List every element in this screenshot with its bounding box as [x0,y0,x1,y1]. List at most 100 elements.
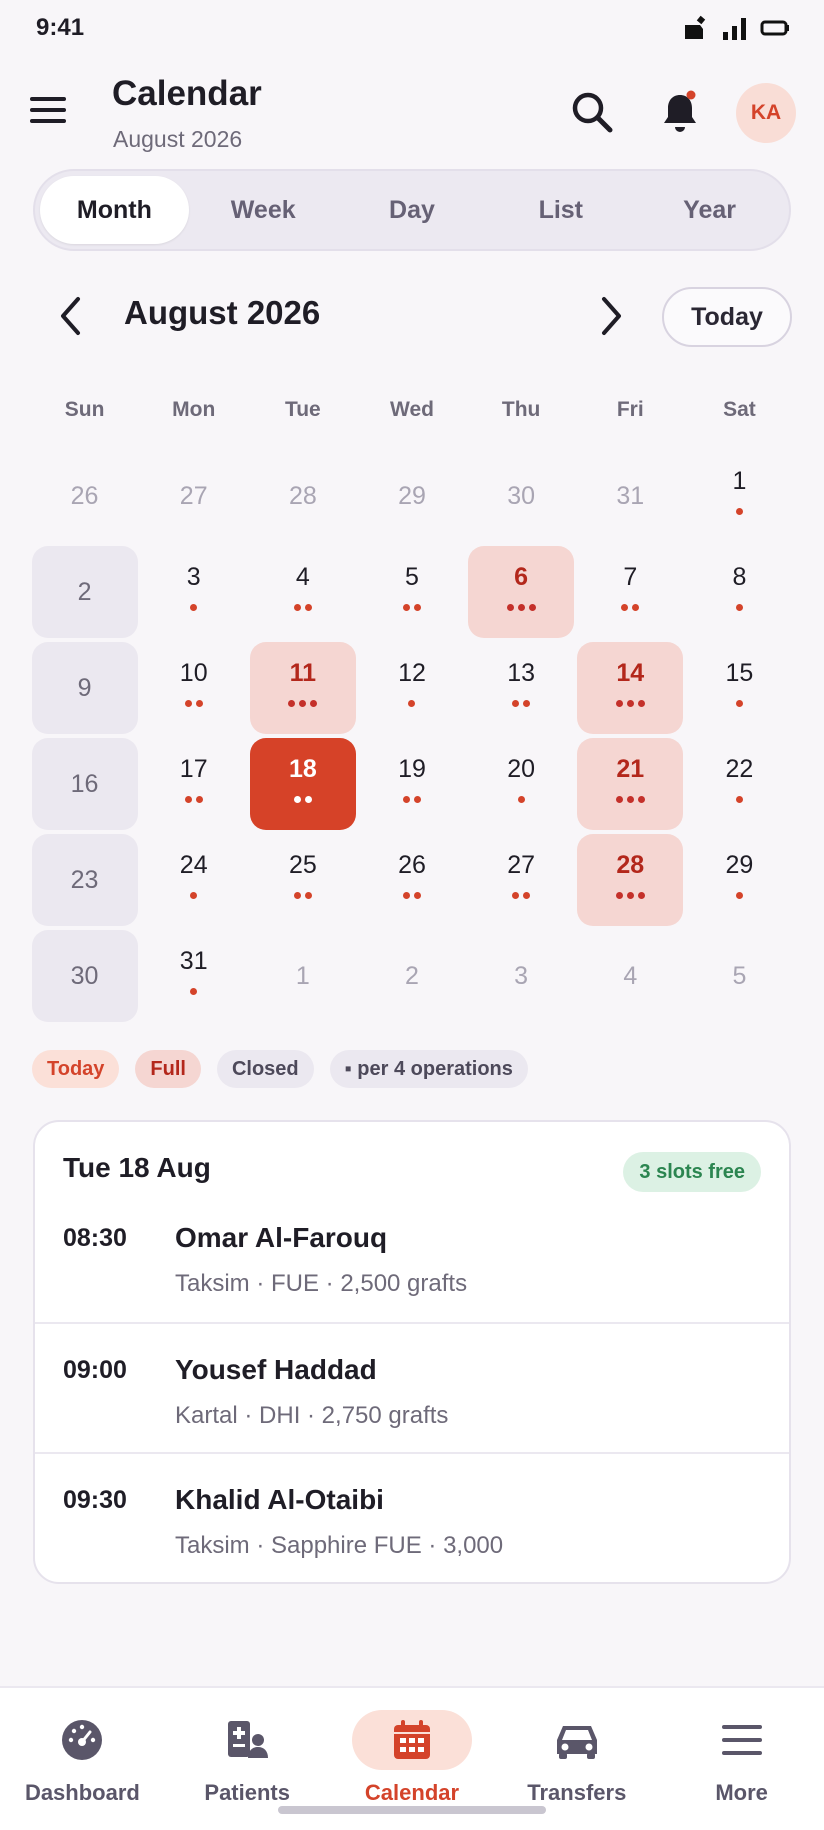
appointment-row[interactable]: 09:30 Khalid Al-Otaibi Taksim · Sapphire… [35,1452,789,1582]
calendar-day[interactable]: 15 [685,640,794,736]
avatar[interactable]: KA [736,83,796,143]
nav-dashboard[interactable]: Dashboard [0,1688,165,1830]
calendar-day[interactable]: 12 [357,640,466,736]
calendar-day-box: 29 [686,834,792,926]
calendar-day[interactable]: 3 [139,544,248,640]
booking-dots [735,795,743,804]
today-button[interactable]: Today [662,287,792,347]
hamburger-menu-button[interactable] [24,86,72,134]
calendar-day[interactable]: 30 [467,448,576,544]
calendar-day[interactable]: 9 [30,640,139,736]
calendar-day[interactable]: 19 [357,736,466,832]
calendar-day[interactable]: 4 [576,928,685,1024]
calendar-day[interactable]: 13 [467,640,576,736]
booking-dots [293,891,312,900]
calendar-day-box: 28 [577,834,684,926]
calendar-day[interactable]: 8 [685,544,794,640]
booking-dot [528,603,536,611]
booking-dot [637,699,645,707]
calendar-day-box: 10 [141,642,247,734]
calendar-day[interactable]: 30 [30,928,139,1024]
calendar-day-box: 17 [141,738,247,830]
selected-day-title: Tue 18 Aug [63,1152,211,1183]
calendar-day[interactable]: 21 [576,736,685,832]
calendar-day[interactable]: 24 [139,832,248,928]
booking-dot [293,603,301,611]
calendar-day[interactable]: 3 [467,928,576,1024]
day-number: 23 [70,865,99,894]
booking-dot [637,795,645,803]
previous-month-button[interactable] [46,290,94,342]
weekday-label: Wed [390,398,434,421]
calendar-day-box: 23 [31,834,138,926]
day-number: 1 [732,466,747,495]
calendar-day[interactable]: 29 [685,832,794,928]
calendar-day[interactable]: 31 [576,448,685,544]
calendar-day[interactable]: 23 [30,832,139,928]
booking-dots [402,891,421,900]
calendar-day[interactable]: 11 [248,640,357,736]
notification-status-icon [685,15,706,39]
booking-dots [190,891,198,900]
day-number: 31 [616,481,645,510]
weekday-label: Mon [172,398,216,421]
booking-dot [517,795,525,803]
calendar-day-box: 31 [141,930,247,1022]
legend-per-operations-chip: ▪ per 4 operations [329,1050,528,1088]
calendar-day[interactable]: 6 [467,544,576,640]
notifications-button[interactable] [652,84,708,140]
calendar-day-box: 2 [359,930,465,1022]
booking-dot [626,795,634,803]
calendar-day-box: 13 [468,642,574,734]
calendar-day[interactable]: 2 [30,544,139,640]
calendar-day[interactable]: 20 [467,736,576,832]
calendar-day[interactable]: 14 [576,640,685,736]
day-number: 3 [514,961,529,990]
next-month-button[interactable] [588,290,636,342]
calendar-day[interactable]: 26 [357,832,466,928]
tab-list[interactable]: List [486,176,635,244]
calendar-day[interactable]: 16 [30,736,139,832]
calendar-day[interactable]: 26 [30,448,139,544]
calendar-day[interactable]: 5 [357,544,466,640]
calendar-day[interactable]: 29 [357,448,466,544]
appointment-row[interactable]: 08:30 Omar Al-Farouq Taksim · FUE · 2,50… [35,1192,789,1322]
calendar-day[interactable]: 1 [248,928,357,1024]
calendar-day[interactable]: 10 [139,640,248,736]
tab-week[interactable]: Week [189,176,338,244]
day-number: 29 [725,850,754,879]
appointment-row[interactable]: 09:00 Yousef Haddad Kartal · DHI · 2,750… [35,1322,789,1452]
nav-more[interactable]: More [659,1688,824,1830]
booking-dot [184,699,192,707]
day-number: 15 [725,658,754,687]
calendar-day[interactable]: 4 [248,544,357,640]
calendar-day[interactable]: 22 [685,736,794,832]
calendar-day[interactable]: 27 [467,832,576,928]
calendar-day[interactable]: 28 [248,448,357,544]
calendar-day[interactable]: 7 [576,544,685,640]
calendar-day[interactable]: 1 [685,448,794,544]
day-number: 3 [186,562,201,591]
tab-month[interactable]: Month [40,176,189,244]
legend-closed-chip: Closed [216,1050,314,1088]
calendar-day[interactable]: 27 [139,448,248,544]
appointment-detail: Taksim · Sapphire FUE · 3,000 [175,1532,504,1559]
calendar-day[interactable]: 31 [139,928,248,1024]
day-number: 28 [288,481,317,510]
search-button[interactable] [566,86,618,138]
calendar-day[interactable]: 17 [139,736,248,832]
booking-dot [413,795,421,803]
calendar-day-box: 3 [468,930,574,1022]
day-number: 14 [616,658,645,687]
calendar-day[interactable]: 28 [576,832,685,928]
calendar-day[interactable]: 5 [685,928,794,1024]
booking-dot [512,699,520,707]
tab-day[interactable]: Day [338,176,487,244]
booking-dots [735,603,743,612]
tab-year[interactable]: Year [635,176,784,244]
calendar-day[interactable]: 2 [357,928,466,1024]
calendar-day-today[interactable]: 18 [248,736,357,832]
calendar-day[interactable]: 25 [248,832,357,928]
booking-dot [408,699,416,707]
weekday-label: Sat [723,398,756,421]
